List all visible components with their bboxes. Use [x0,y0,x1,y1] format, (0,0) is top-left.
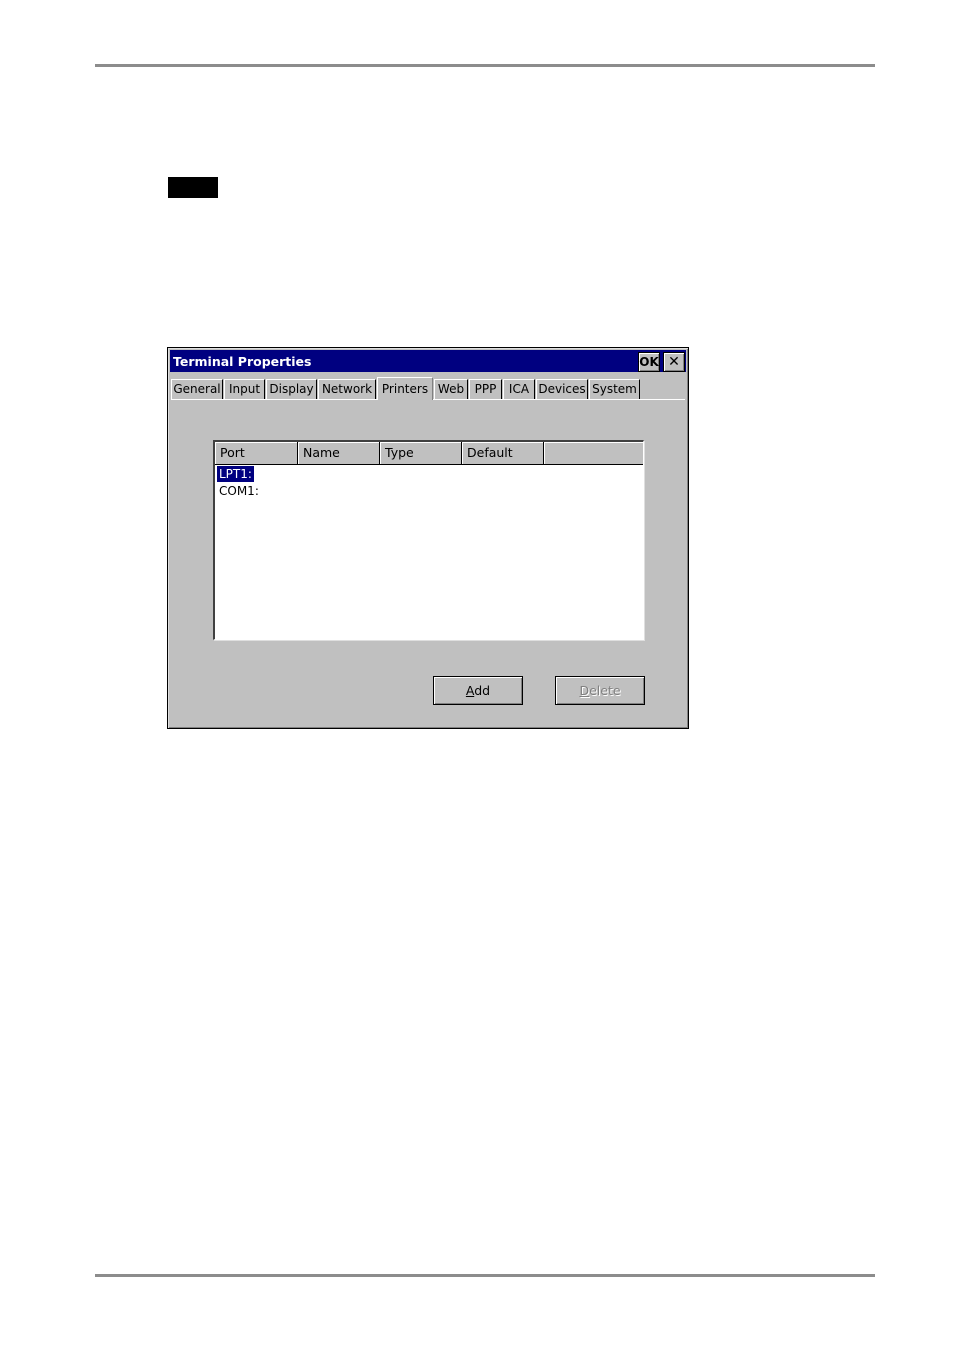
list-item[interactable]: COM1: [217,483,261,499]
add-label: dd [474,683,491,698]
tab-web[interactable]: Web [434,379,468,399]
tab-input[interactable]: Input [224,379,265,399]
delete-label: elete [589,683,621,698]
add-button[interactable]: Add [433,676,523,705]
add-accelerator: A [465,683,475,698]
page-top-rule [95,64,875,67]
column-name[interactable]: Name [298,442,380,464]
tab-network[interactable]: Network [318,379,376,399]
window-title: Terminal Properties [173,354,312,369]
terminal-properties-window: Terminal Properties OK ✕ General Input D… [167,347,689,729]
tab-system[interactable]: System [589,379,640,399]
column-port[interactable]: Port [215,442,298,464]
tab-strip: General Input Display Network Printers W… [171,377,685,400]
list-item[interactable]: LPT1: [217,466,254,482]
ok-button[interactable]: OK [638,352,660,372]
tab-devices[interactable]: Devices [536,379,588,399]
black-marker-block [168,177,218,198]
tab-display[interactable]: Display [266,379,317,399]
tab-general[interactable]: General [171,379,223,399]
column-type[interactable]: Type [380,442,462,464]
page-bottom-rule [95,1274,875,1277]
tab-ppp[interactable]: PPP [469,379,502,399]
delete-accelerator: D [579,683,590,698]
delete-button[interactable]: Delete [555,676,645,705]
title-bar: Terminal Properties OK ✕ [170,350,686,372]
tab-printers[interactable]: Printers [377,377,433,400]
close-icon[interactable]: ✕ [663,352,685,372]
tab-ica[interactable]: ICA [503,379,535,399]
list-header: Port Name Type Default [215,442,643,465]
column-default[interactable]: Default [462,442,544,464]
column-filler [544,442,643,464]
printers-list[interactable]: Port Name Type Default LPT1: COM1: [213,440,644,640]
